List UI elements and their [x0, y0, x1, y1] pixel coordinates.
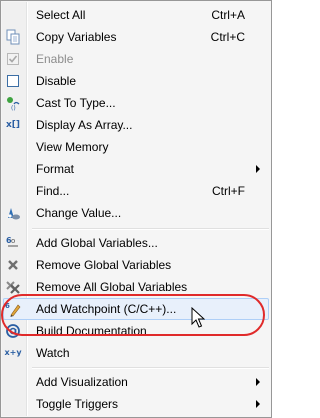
menu-item-add-global-variables[interactable]: 6 o Add Global Variables...: [3, 232, 269, 254]
watch-icon: x+y: [4, 348, 22, 357]
menu-item-toggle-triggers[interactable]: Toggle Triggers: [3, 393, 269, 415]
submenu-arrow-icon: [256, 378, 260, 386]
menu-item-view-memory[interactable]: View Memory: [3, 136, 269, 158]
remove-all-icon: [5, 279, 21, 295]
array-icon: x[]: [5, 119, 21, 130]
menu-item-label: Add Watchpoint (C/C++)...: [36, 302, 177, 316]
svg-text:o: o: [11, 237, 15, 245]
documentation-icon: [5, 323, 21, 339]
cast-icon: (): [5, 95, 21, 111]
menu-item-cast-to-type[interactable]: () Cast To Type...: [3, 92, 269, 114]
watchpoint-icon: 6: [5, 301, 21, 317]
menu-item-enable[interactable]: Enable: [3, 48, 269, 70]
submenu-arrow-icon: [256, 165, 260, 173]
menu-item-shortcut: Ctrl+C: [210, 30, 245, 44]
menu-item-label: Build Documentation: [36, 324, 147, 338]
menu-item-label: Watch: [36, 346, 70, 360]
menu-item-format[interactable]: Format: [3, 158, 269, 180]
menu-item-select-all[interactable]: Select All Ctrl+A: [3, 4, 269, 26]
menu-item-change-value[interactable]: Change Value...: [3, 202, 269, 224]
menu-item-find[interactable]: Find... Ctrl+F: [3, 180, 269, 202]
menu-item-label: Format: [36, 162, 75, 176]
menu-item-copy-variables[interactable]: Copy Variables Ctrl+C: [3, 26, 269, 48]
menu-item-label: Cast To Type...: [36, 96, 116, 110]
menu-item-label: Find...: [36, 184, 70, 198]
svg-text:6: 6: [5, 302, 10, 310]
menu-item-add-visualization[interactable]: Add Visualization: [3, 371, 269, 393]
menu-item-label: Add Visualization: [36, 375, 128, 389]
menu-item-display-as-array[interactable]: x[] Display As Array...: [3, 114, 269, 136]
copy-icon: [5, 29, 21, 45]
global-variables-icon: 6 o: [5, 235, 21, 251]
menu-item-label: Enable: [36, 52, 74, 66]
menu-item-label: View Memory: [36, 140, 109, 154]
menu-item-label: Copy Variables: [36, 30, 117, 44]
menu-item-shortcut: Ctrl+F: [212, 184, 245, 198]
menu-item-label: Change Value...: [36, 206, 122, 220]
menu-item-label: Select All: [36, 8, 86, 22]
menu-separator: [32, 228, 269, 230]
menu-item-shortcut: Ctrl+A: [211, 8, 245, 22]
menu-item-label: Remove Global Variables: [36, 258, 172, 272]
menu-item-label: Remove All Global Variables: [36, 280, 188, 294]
menu-item-label: Toggle Triggers: [36, 397, 119, 411]
mouse-pointer-icon: [191, 307, 205, 328]
checkbox-checked-icon: [5, 51, 21, 67]
menu-item-label: Disable: [36, 74, 77, 88]
menu-item-disable[interactable]: Disable: [3, 70, 269, 92]
submenu-arrow-icon: [256, 400, 260, 408]
svg-text:(): (): [11, 105, 16, 111]
menu-item-remove-all-global-variables[interactable]: Remove All Global Variables: [3, 276, 269, 298]
checkbox-icon: [5, 73, 21, 89]
menu-item-label: Add Global Variables...: [36, 236, 158, 250]
menu-item-label: Display As Array...: [36, 118, 133, 132]
remove-icon: [5, 257, 21, 273]
menu-item-remove-global-variables[interactable]: Remove Global Variables: [3, 254, 269, 276]
menu-item-watch[interactable]: x+y Watch: [3, 342, 269, 364]
menu-item-build-documentation[interactable]: Build Documentation: [3, 320, 269, 342]
menu-item-add-watchpoint[interactable]: 6 Add Watchpoint (C/C++)...: [3, 298, 269, 320]
context-menu: Select All Ctrl+A Copy Variables Ctrl+C …: [0, 0, 272, 418]
change-value-icon: [5, 205, 21, 221]
menu-separator: [32, 367, 269, 369]
